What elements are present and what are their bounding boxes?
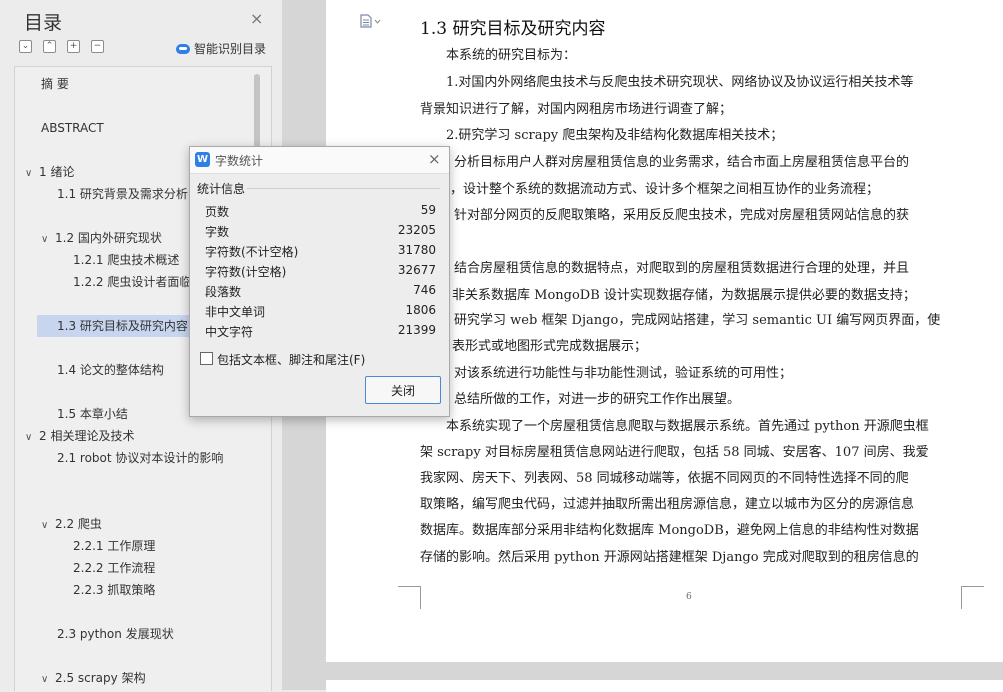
paragraph-line: 总结所做的工作，对进一步的研究工作作出展望。 bbox=[454, 392, 741, 407]
paragraph-line: 表形式或地图形式完成数据展示； bbox=[452, 339, 648, 354]
chevron-down-icon[interactable]: ∨ bbox=[41, 515, 55, 537]
toc-item-label: 2.2.2 工作流程 bbox=[73, 561, 156, 575]
paragraph-line: 本系统的研究目标为： bbox=[446, 48, 577, 63]
toc-item-abstract-en[interactable]: ABSTRACT bbox=[41, 117, 104, 139]
toc-item-1-3[interactable]: 1.3 研究目标及研究内容 bbox=[37, 315, 209, 337]
stat-chars-space-value: 32677 bbox=[397, 263, 436, 277]
group-separator bbox=[247, 188, 440, 189]
toc-item-label: 2.1 robot 协议对本设计的影响 bbox=[57, 451, 224, 465]
toc-item-abstract-cn[interactable]: 摘 要 bbox=[41, 73, 69, 95]
stat-non-chinese-label: 非中文单词 bbox=[205, 305, 266, 319]
close-button[interactable]: 关闭 bbox=[365, 376, 441, 404]
stats-group-label: 统计信息 bbox=[197, 182, 246, 196]
dialog-title: 字数统计 bbox=[215, 154, 264, 168]
smart-toc-label: 智能识别目录 bbox=[194, 42, 267, 56]
toc-item-1-1[interactable]: 1.1 研究背景及需求分析 bbox=[57, 183, 188, 205]
paragraph-line: 本系统实现了一个房屋租赁信息爬取与数据展示系统。首先通过 python 开源爬虫… bbox=[446, 419, 929, 434]
toc-item-2-2-3[interactable]: 2.2.3 抓取策略 bbox=[73, 579, 155, 601]
toc-item-2-2-2[interactable]: 2.2.2 工作流程 bbox=[73, 557, 155, 579]
stat-pages-value: 59 bbox=[420, 203, 436, 217]
toc-title: 目录 bbox=[24, 12, 63, 34]
stat-chinese-chars-label: 中文字符 bbox=[205, 325, 254, 339]
expand-all-icon[interactable]: ⌄ bbox=[19, 40, 32, 53]
collapse-all-icon[interactable]: ⌃ bbox=[43, 40, 56, 53]
toc-item-label: 2.3 python 发展现状 bbox=[57, 627, 174, 641]
chevron-down-icon[interactable]: ∨ bbox=[41, 669, 55, 691]
remove-level-icon[interactable]: − bbox=[91, 40, 104, 53]
toc-item-label: 1.2.2 爬虫设计者面临 bbox=[73, 275, 192, 289]
toc-item-label: 2.2.3 抓取策略 bbox=[73, 583, 156, 597]
toc-item-1-2[interactable]: ∨ 1.2 国内外研究现状 bbox=[41, 227, 162, 249]
paragraph-line: 1.对国内外网络爬虫技术与反爬虫技术研究现状、网络协议及协议运行相关技术等 bbox=[446, 75, 914, 90]
paragraph-line: 研究学习 web 框架 Django，完成网站搭建，学习 semantic UI… bbox=[454, 313, 941, 328]
word-count-dialog: W 字数统计 × 统计信息 页数 59 字数 23205 字符数(不计空格) 3… bbox=[189, 146, 450, 417]
toc-item-chapter-2[interactable]: ∨ 2 相关理论及技术 bbox=[25, 425, 134, 447]
toc-item-label: 2.5 scrapy 架构 bbox=[55, 671, 146, 685]
toc-item-label: 1.2.1 爬虫技术概述 bbox=[73, 253, 180, 267]
wps-logo-icon: W bbox=[195, 152, 210, 167]
include-textbox-label[interactable]: 包括文本框、脚注和尾注(F) bbox=[217, 351, 365, 368]
paragraph-line: 架 scrapy 对目标房屋租赁信息网站进行爬取，包括 58 同城、安居客、10… bbox=[420, 445, 929, 460]
toc-item-1-5[interactable]: 1.5 本章小结 bbox=[57, 403, 128, 425]
stat-chars-no-space-value: 31780 bbox=[397, 243, 436, 257]
stat-words-label: 字数 bbox=[205, 225, 230, 239]
chevron-down-icon[interactable]: ∨ bbox=[25, 163, 39, 185]
margin-corner-mark bbox=[961, 586, 984, 609]
toc-item-label: 1.2 国内外研究现状 bbox=[55, 231, 162, 245]
toc-item-chapter-1[interactable]: ∨ 1 绪论 bbox=[25, 161, 74, 183]
stat-chars-no-space-label: 字符数(不计空格) bbox=[205, 245, 299, 259]
stat-chars-space-label: 字符数(计空格) bbox=[205, 265, 287, 279]
add-level-icon[interactable]: + bbox=[67, 40, 80, 53]
stat-chinese-chars-value: 21399 bbox=[397, 323, 436, 337]
toc-item-label: 1.4 论文的整体结构 bbox=[57, 363, 164, 377]
paragraph-line: 背景知识进行了解，对国内网租房市场进行调查了解； bbox=[420, 102, 733, 117]
paragraph-line: 对该系统进行功能性与非功能性测试，验证系统的可用性； bbox=[454, 366, 793, 381]
section-heading: 1.3 研究目标及研究内容 bbox=[420, 19, 606, 39]
toc-item-1-2-1[interactable]: 1.2.1 爬虫技术概述 bbox=[73, 249, 179, 271]
margin-corner-mark bbox=[398, 586, 421, 609]
toc-item-2-2[interactable]: ∨ 2.2 爬虫 bbox=[41, 513, 102, 535]
toc-item-label: 1 绪论 bbox=[39, 165, 75, 179]
toc-item-label: 2.2 爬虫 bbox=[55, 517, 102, 531]
stat-pages-label: 页数 bbox=[205, 205, 230, 219]
paragraph-line: 数据库。数据库部分采用非结构化数据库 MongoDB，避免网上信息的非结构性对数… bbox=[420, 523, 919, 538]
toc-item-label: 2.2.1 工作原理 bbox=[73, 539, 156, 553]
chevron-down-icon[interactable]: ∨ bbox=[25, 427, 39, 449]
toc-item-label: 摘 要 bbox=[41, 77, 69, 91]
dialog-title-bar[interactable]: W 字数统计 × bbox=[190, 147, 449, 174]
smart-toc-button[interactable]: 智能识别目录 bbox=[176, 40, 266, 57]
stat-words-value: 23205 bbox=[397, 223, 436, 237]
toc-item-label: ABSTRACT bbox=[41, 121, 104, 135]
toc-item-2-3[interactable]: 2.3 python 发展现状 bbox=[57, 623, 174, 645]
toc-item-label: 2 相关理论及技术 bbox=[39, 429, 135, 443]
toc-item-1-4[interactable]: 1.4 论文的整体结构 bbox=[57, 359, 164, 381]
document-outline-icon[interactable] bbox=[360, 14, 382, 31]
toc-item-2-2-1[interactable]: 2.2.1 工作原理 bbox=[73, 535, 155, 557]
dialog-close-icon[interactable]: × bbox=[428, 151, 441, 167]
toc-item-label: 1.1 研究背景及需求分析 bbox=[57, 187, 188, 201]
smart-toc-icon bbox=[176, 44, 190, 54]
stat-paragraphs-value: 746 bbox=[413, 283, 436, 297]
paragraph-line: 我家网、房天下、列表网、58 同城移动端等，依据不同网页的不同特性选择不同的爬 bbox=[420, 471, 909, 486]
toc-item-label: 1.3 研究目标及研究内容 bbox=[57, 319, 188, 333]
page-number: 6 bbox=[686, 592, 692, 602]
toc-item-2-5[interactable]: ∨ 2.5 scrapy 架构 bbox=[41, 667, 146, 689]
paragraph-line: 分析目标用户人群对房屋租赁信息的业务需求，结合市面上房屋租赁信息平台的 bbox=[454, 155, 910, 170]
paragraph-line: 存储的影响。然后采用 python 开源网站搭建框架 Django 完成对爬取到… bbox=[420, 550, 919, 565]
chevron-down-icon[interactable]: ∨ bbox=[41, 229, 55, 251]
paragraph-line: 2.研究学习 scrapy 爬虫架构及非结构化数据库相关技术； bbox=[446, 128, 784, 143]
next-page-edge bbox=[326, 680, 1003, 692]
toc-close-icon[interactable]: × bbox=[250, 11, 263, 27]
paragraph-line: 取策略，编写爬虫代码，过滤并抽取所需出租房源信息，建立以城市为区分的房源信息 bbox=[420, 497, 915, 512]
paragraph-line: 非关系数据库 MongoDB 设计实现数据存储，为数据展示提供必要的数据支持； bbox=[452, 288, 916, 303]
paragraph-line: ，设计整个系统的数据流动方式、设计多个框架之间相互协作的业务流程； bbox=[450, 182, 880, 197]
toc-item-label: 1.5 本章小结 bbox=[57, 407, 128, 421]
toc-item-2-1[interactable]: 2.1 robot 协议对本设计的影响 bbox=[57, 447, 223, 469]
paragraph-line: 结合房屋租赁信息的数据特点，对爬取到的房屋租赁数据进行合理的处理，并且 bbox=[454, 261, 910, 276]
stat-non-chinese-value: 1806 bbox=[405, 303, 436, 317]
stat-paragraphs-label: 段落数 bbox=[205, 285, 242, 299]
paragraph-line: 针对部分网页的反爬取策略，采用反反爬虫技术，完成对房屋租赁网站信息的获 bbox=[454, 208, 910, 223]
toc-item-1-2-2[interactable]: 1.2.2 爬虫设计者面临 bbox=[73, 271, 191, 293]
include-textbox-checkbox[interactable] bbox=[200, 352, 213, 365]
